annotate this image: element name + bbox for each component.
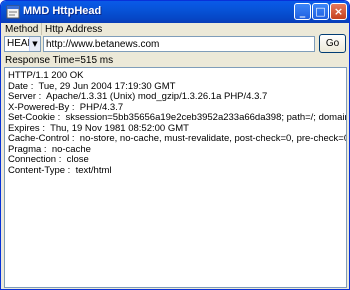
response-line: Cache-Control : no-store, no-cache, must… [8,133,347,144]
response-line: Server : Apache/1.3.31 (Unix) mod_gzip/1… [8,91,268,102]
maximize-button[interactable]: □ [312,3,329,20]
response-line: Expires : Thu, 19 Nov 1981 08:52:00 GMT [8,122,189,134]
maximize-icon: □ [315,5,326,18]
response-line: X-Powered-By : PHP/4.3.7 [8,101,124,113]
method-select-value: HEAD [7,38,29,49]
http-address-label: Http Address [45,24,103,35]
title-bar[interactable]: MMD HttpHead _ □ × [1,1,349,23]
close-button[interactable]: × [330,3,347,20]
response-headers-text: HTTP/1.1 200 OK Date : Tue, 29 Jun 2004 … [8,70,347,176]
response-output[interactable]: HTTP/1.1 200 OK Date : Tue, 29 Jun 2004 … [4,67,347,288]
close-icon: × [333,5,344,18]
method-label: Method [5,24,39,35]
window-title: MMD HttpHead [23,5,102,17]
chevron-down-icon[interactable]: ▼ [29,37,40,51]
response-line: Content-Type : text/html [8,164,112,176]
minimize-button[interactable]: _ [294,3,311,20]
response-line: Date : Tue, 29 Jun 2004 17:19:30 GMT [8,80,176,92]
go-button[interactable]: Go [319,34,346,53]
response-line: Set-Cookie : sksession=5bb35656a19e2ceb3… [8,112,346,123]
header-divider [41,23,42,35]
app-icon [6,5,20,19]
method-select[interactable]: HEAD ▼ [4,36,41,52]
response-line: Pragma : no-cache [8,143,91,155]
url-input[interactable] [43,36,315,52]
response-line: Connection : close [8,154,89,165]
app-window: MMD HttpHead _ □ × Method Http Address H… [0,0,350,290]
response-time: Response Time=515 ms [5,55,114,66]
minimize-icon: _ [299,5,306,18]
response-line: HTTP/1.1 200 OK [8,70,84,81]
